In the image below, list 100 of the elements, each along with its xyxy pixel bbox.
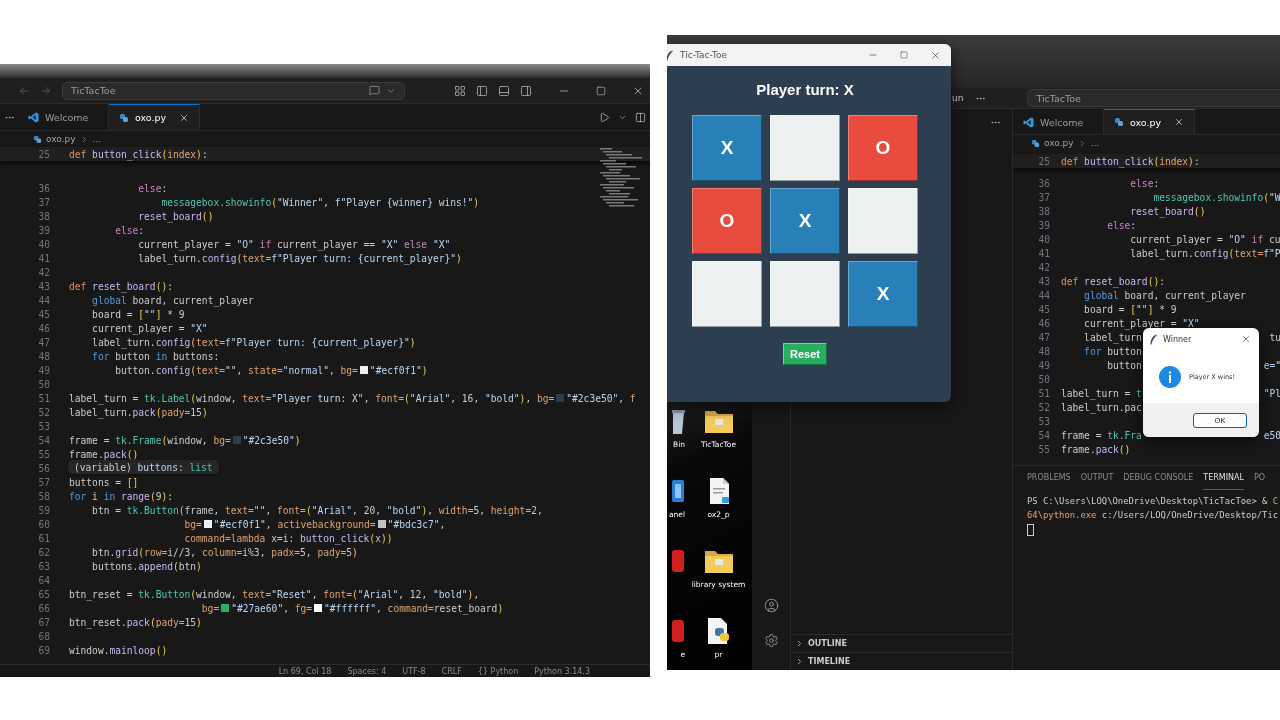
code-text: command=lambda x=i: button_click(x))	[183, 532, 393, 544]
code-text: bg=	[183, 518, 202, 530]
board-cell[interactable]	[692, 261, 762, 327]
line-number: 51	[37, 392, 50, 404]
code-text: "#ffffff", command=reset_board)	[324, 602, 504, 614]
sidebar-toggle-icon[interactable]	[476, 84, 488, 97]
code-text: reset_board()	[137, 210, 214, 222]
board-cell[interactable]	[848, 188, 918, 254]
code-text: e="	[1263, 359, 1280, 371]
line-number: 37	[1037, 191, 1050, 203]
line-number: 44	[1037, 289, 1050, 301]
code-text: for button	[1083, 345, 1142, 357]
board-cell[interactable]: X	[848, 261, 918, 327]
command-center[interactable]: TicTacToe	[1027, 89, 1280, 107]
line-number: 45	[37, 308, 50, 320]
code-text: def button_click(index):	[1061, 155, 1200, 167]
section-header[interactable]: TIMELINE	[808, 657, 851, 666]
feather-icon	[667, 49, 674, 61]
code-text: for i in range(9):	[69, 490, 173, 502]
split-editor-icon[interactable]	[635, 111, 646, 123]
layout-icon[interactable]	[454, 84, 466, 97]
line-number: 43	[1037, 275, 1050, 287]
close-icon[interactable]	[1174, 117, 1184, 127]
code-text: reset_board()	[1129, 205, 1206, 217]
editor-tab[interactable]: oxo.py	[1104, 109, 1195, 134]
panel-tab[interactable]: DEBUG CONSOLE	[1123, 466, 1194, 490]
terminal-cursor	[1027, 524, 1034, 536]
turn-label: Player turn: X	[755, 81, 855, 98]
board-cell[interactable]: O	[692, 188, 762, 254]
line-number: 63	[37, 560, 50, 572]
code-text: frame.pack()	[1061, 443, 1131, 455]
editor-tab[interactable]: oxo.py	[109, 104, 200, 130]
panel-tab[interactable]: TERMINAL	[1203, 466, 1245, 490]
panel-tab[interactable]: OUTPUT	[1080, 466, 1114, 490]
line-number: 60	[37, 518, 50, 530]
status-item[interactable]: UTF-8	[402, 666, 426, 676]
close-icon[interactable]	[179, 112, 189, 123]
account-icon[interactable]	[763, 598, 779, 613]
code-text: messagebox.showinfo("W	[1152, 191, 1280, 203]
line-number: 55	[1037, 443, 1050, 455]
close-icon[interactable]	[930, 49, 941, 61]
vscode-logo-icon	[28, 112, 39, 123]
line-number: 44	[37, 294, 50, 306]
code-text: label_turn = tk.Label(window, text="Player turn: X", font=("Arial", 16, "bold"), bg=	[69, 392, 555, 404]
line-number: 50	[1037, 373, 1050, 385]
status-item[interactable]: CRLF	[441, 666, 462, 676]
status-item[interactable]: Python 3.14.3	[534, 666, 590, 676]
command-center[interactable]: TicTacToe	[62, 81, 405, 100]
line-number: 52	[1037, 401, 1050, 413]
info-icon	[1159, 365, 1181, 388]
breadcrumb-item[interactable]: oxo.py	[1044, 138, 1074, 148]
board-cell[interactable]: O	[848, 115, 918, 181]
code-text: global board, current_player	[1083, 289, 1246, 301]
board-cell[interactable]	[770, 261, 840, 327]
panel-toggle-icon[interactable]	[498, 84, 510, 97]
code-text: else:	[137, 182, 168, 194]
line-number: 47	[1037, 331, 1050, 343]
section-header[interactable]: OUTLINE	[808, 639, 847, 648]
code-text: board = [""] * 9	[91, 308, 185, 320]
run-icon[interactable]	[599, 111, 610, 123]
line-number: 53	[1037, 415, 1050, 427]
line-number: 65	[37, 588, 50, 600]
maximize-icon[interactable]	[596, 85, 606, 96]
board-cell[interactable]: X	[770, 188, 840, 254]
code-text: frame.pack()	[69, 448, 139, 460]
minimap-drawing[interactable]	[600, 148, 642, 210]
breadcrumb-item[interactable]: oxo.py	[46, 134, 76, 144]
secondary-sidebar-icon[interactable]	[520, 84, 532, 97]
panel-tab[interactable]: PO	[1254, 466, 1266, 490]
line-number: 58	[37, 490, 50, 502]
code-text: "Pl	[1263, 387, 1280, 399]
line-number: 38	[1037, 205, 1050, 217]
chat-icon[interactable]	[369, 85, 380, 96]
code-text: current_player = "O" if cu	[1129, 233, 1280, 245]
breadcrumb-item[interactable]: ...	[1090, 138, 1100, 148]
line-number: 69	[37, 644, 50, 656]
settings-icon[interactable]	[763, 633, 779, 648]
code-text: label_turn = t	[1061, 387, 1142, 399]
line-number: 42	[1037, 261, 1050, 273]
panel-tab[interactable]: PROBLEMS	[1027, 466, 1071, 490]
line-number: 36	[37, 182, 50, 194]
status-item[interactable]: Spaces: 4	[347, 666, 387, 676]
breadcrumb-item[interactable]: ...	[92, 134, 102, 144]
line-number: 41	[1037, 247, 1050, 259]
python-file-icon	[119, 112, 129, 123]
line-number: 59	[37, 504, 50, 516]
status-item[interactable]: Ln 69, Col 18	[278, 666, 332, 676]
code-text: label_turn.config(text=f"P	[1129, 247, 1280, 259]
board-cell[interactable]: X	[692, 115, 762, 181]
menu-item[interactable]: un	[952, 93, 964, 103]
close-icon[interactable]	[1241, 334, 1251, 344]
code-text: button.config(text="", state="normal", bg=	[114, 364, 358, 376]
line-number: 45	[1037, 303, 1050, 315]
code-text: "#2c3e50", f	[566, 392, 636, 404]
window-title: Tic-Tac-Toe	[680, 50, 728, 60]
status-item[interactable]: {} Python	[477, 666, 519, 676]
board-cell[interactable]	[770, 115, 840, 181]
code-text: tu	[1269, 331, 1280, 343]
code-text: window.mainloop()	[69, 644, 168, 656]
line-number: 46	[37, 322, 50, 334]
